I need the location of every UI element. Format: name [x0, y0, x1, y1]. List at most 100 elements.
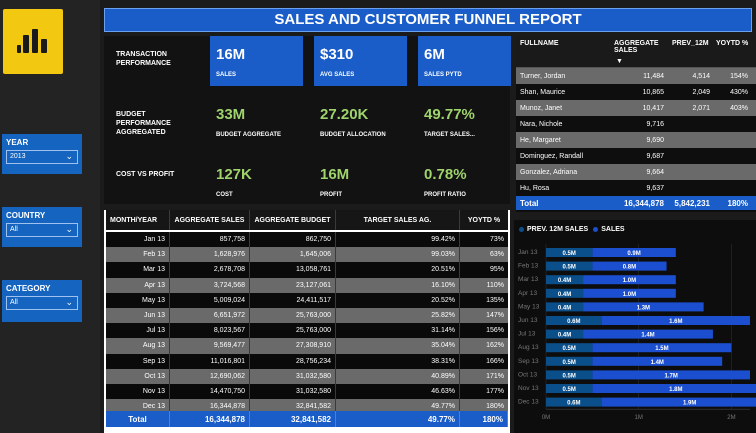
col-header-fullname[interactable]: FULLNAME	[516, 40, 610, 47]
table-cell: 3,724,568	[170, 277, 250, 293]
kpi-card: 33M BUDGET AGGREGATE	[210, 96, 303, 146]
table-cell: 99.03%	[336, 247, 460, 263]
table-row[interactable]: Jun 13 6,651,972 25,763,000 25.82% 147%	[106, 307, 508, 324]
table-row[interactable]: Aug 13 9,569,477 27,308,910 35.04% 162%	[106, 338, 508, 354]
x-tick-label: 1M	[635, 415, 643, 421]
table-cell: Jul 13	[106, 323, 170, 339]
table-cell: 135%	[486, 296, 504, 304]
bar-label-sales: 1.5M	[655, 346, 668, 352]
kpi-value: 16M	[320, 166, 350, 183]
sort-down-icon[interactable]: ▼	[616, 58, 623, 65]
y-tick-label: Jul 13	[518, 331, 536, 338]
table-row[interactable]: Dominguez, Randall 9,687	[516, 148, 756, 164]
table-cell: 177%	[486, 387, 504, 395]
kpi-value: 33M	[216, 106, 246, 123]
col-header-yoytd[interactable]: YOYTD %	[714, 40, 752, 47]
category-dropdown[interactable]: All ⌄	[6, 296, 78, 310]
table-cell: 2,071	[692, 104, 710, 112]
kpi-value: 16M	[216, 46, 246, 63]
col-header-yoytd[interactable]: YOYTD %	[460, 210, 508, 230]
monthly-table-header: MONTH/YEAR AGGREGATE SALES AGGREGATE BUD…	[106, 210, 508, 230]
bar-label-prev: 0.4M	[558, 278, 571, 284]
table-cell: 73%	[489, 236, 504, 244]
power-bi-logo-icon	[3, 9, 63, 74]
table-cell: 8,023,567	[170, 323, 250, 339]
total-cell: Total	[106, 411, 170, 427]
table-cell: 10,865	[642, 88, 664, 96]
table-cell: 46.63%	[336, 383, 460, 400]
y-tick-label: Mar 13	[518, 276, 539, 283]
filter-label: CATEGORY	[6, 284, 51, 293]
kpi-caption: COST	[216, 192, 233, 198]
bar-label-prev: 0.5M	[563, 373, 576, 379]
table-cell: 162%	[486, 342, 504, 350]
y-tick-label: Nov 13	[518, 385, 539, 392]
table-cell: 27,308,910	[250, 338, 336, 354]
bar-label-sales: 0.9M	[627, 251, 640, 257]
bar-label-sales: 1.3M	[637, 305, 650, 311]
kpi-caption: BUDGET AGGREGATE	[216, 132, 282, 138]
x-tick-label: 2M	[727, 415, 735, 421]
col-header-aggregate-sales[interactable]: AGGREGATE SALES	[170, 210, 250, 230]
table-cell: 857,758	[170, 232, 250, 248]
table-row[interactable]: Gonzalez, Adriana 9,664	[516, 164, 756, 180]
table-cell: Nara, Nichole	[520, 120, 563, 128]
bar-label-prev: 0.6M	[567, 401, 580, 407]
table-row[interactable]: Apr 13 3,724,568 23,127,061 16.10% 110%	[106, 277, 508, 293]
table-row[interactable]: Mar 13 2,678,708 13,058,761 20.51% 95%	[106, 262, 508, 278]
table-cell: 11,484	[643, 72, 664, 80]
table-cell: 10,417	[642, 104, 664, 112]
kpi-row-label: COST VS PROFIT	[116, 171, 175, 178]
table-row[interactable]: Turner, Jordan 11,484 4,514 154%	[516, 68, 756, 84]
bar-label-prev: 0.5M	[563, 387, 576, 393]
table-cell: 862,750	[250, 232, 336, 248]
kpi-value: 6M	[424, 46, 445, 63]
table-row[interactable]: Nov 13 14,470,750 31,032,580 46.63% 177%	[106, 383, 508, 400]
table-row[interactable]: He, Margaret 9,690	[516, 132, 756, 148]
table-row[interactable]: Sep 13 11,016,801 28,756,234 38.31% 166%	[106, 353, 508, 369]
table-cell: 12,690,062	[170, 368, 250, 384]
col-header-prev-12m[interactable]: PREV_12M	[668, 40, 714, 47]
table-row[interactable]: Hu, Rosa 9,637	[516, 180, 756, 196]
table-cell: 1,645,006	[250, 247, 336, 263]
table-cell: 24,411,517	[250, 292, 336, 308]
y-tick-label: Jan 13	[518, 249, 538, 256]
country-dropdown[interactable]: All ⌄	[6, 223, 78, 237]
table-row[interactable]: Feb 13 1,628,976 1,645,006 99.03% 63%	[106, 247, 508, 263]
kpi-value: 49.77%	[424, 106, 475, 123]
kpi-card: 127K COST	[210, 156, 303, 206]
table-cell: Oct 13	[106, 368, 170, 384]
col-header-aggregate-sales[interactable]: AGGREGATE SALES	[610, 40, 668, 54]
table-cell: 1,628,976	[170, 247, 250, 263]
col-header-aggregate-budget[interactable]: AGGREGATE BUDGET	[250, 210, 336, 230]
table-row[interactable]: Jan 13 857,758 862,750 99.42% 73%	[106, 232, 508, 248]
total-cell: 5,842,231	[674, 198, 710, 208]
table-row[interactable]: Munoz, Janet 10,417 2,071 403%	[516, 100, 756, 116]
table-cell: Turner, Jordan	[520, 72, 566, 80]
table-row[interactable]: Jul 13 8,023,567 25,763,000 31.14% 156%	[106, 323, 508, 339]
table-cell: 25.82%	[336, 307, 460, 324]
table-cell: Aug 13	[106, 338, 170, 354]
table-cell: 63%	[489, 251, 504, 259]
filter-year: YEAR 2013 ⌄	[2, 134, 82, 174]
kpi-row-label: BUDGET PERFORMANCE AGGREGATED	[116, 111, 171, 136]
dropdown-value: All	[10, 226, 18, 233]
bar-label-prev: 0.4M	[558, 292, 571, 298]
table-cell: 28,756,234	[250, 353, 336, 369]
table-row[interactable]: Nara, Nichole 9,716	[516, 116, 756, 132]
col-header-target-sales[interactable]: TARGET SALES AG.	[336, 210, 460, 230]
total-cell: 49.77%	[336, 411, 460, 427]
table-cell: Feb 13	[106, 247, 170, 263]
col-header-month[interactable]: MONTH/YEAR	[106, 210, 170, 230]
table-row[interactable]: Shan, Maurice 10,865 2,049 430%	[516, 84, 756, 100]
monthly-table: MONTH/YEAR AGGREGATE SALES AGGREGATE BUD…	[104, 210, 510, 433]
bar-label-sales: 1.4M	[651, 360, 664, 366]
kpi-value: 27.20K	[320, 106, 369, 123]
table-row[interactable]: Oct 13 12,690,062 31,032,580 40.89% 171%	[106, 368, 508, 384]
y-tick-label: Feb 13	[518, 263, 539, 270]
table-row[interactable]: May 13 5,009,024 24,411,517 20.52% 135%	[106, 292, 508, 308]
bar-label-sales: 1.0M	[623, 278, 636, 284]
year-dropdown[interactable]: 2013 ⌄	[6, 150, 78, 164]
bar-sales[interactable]	[601, 397, 756, 407]
table-cell: Jan 13	[106, 232, 170, 248]
